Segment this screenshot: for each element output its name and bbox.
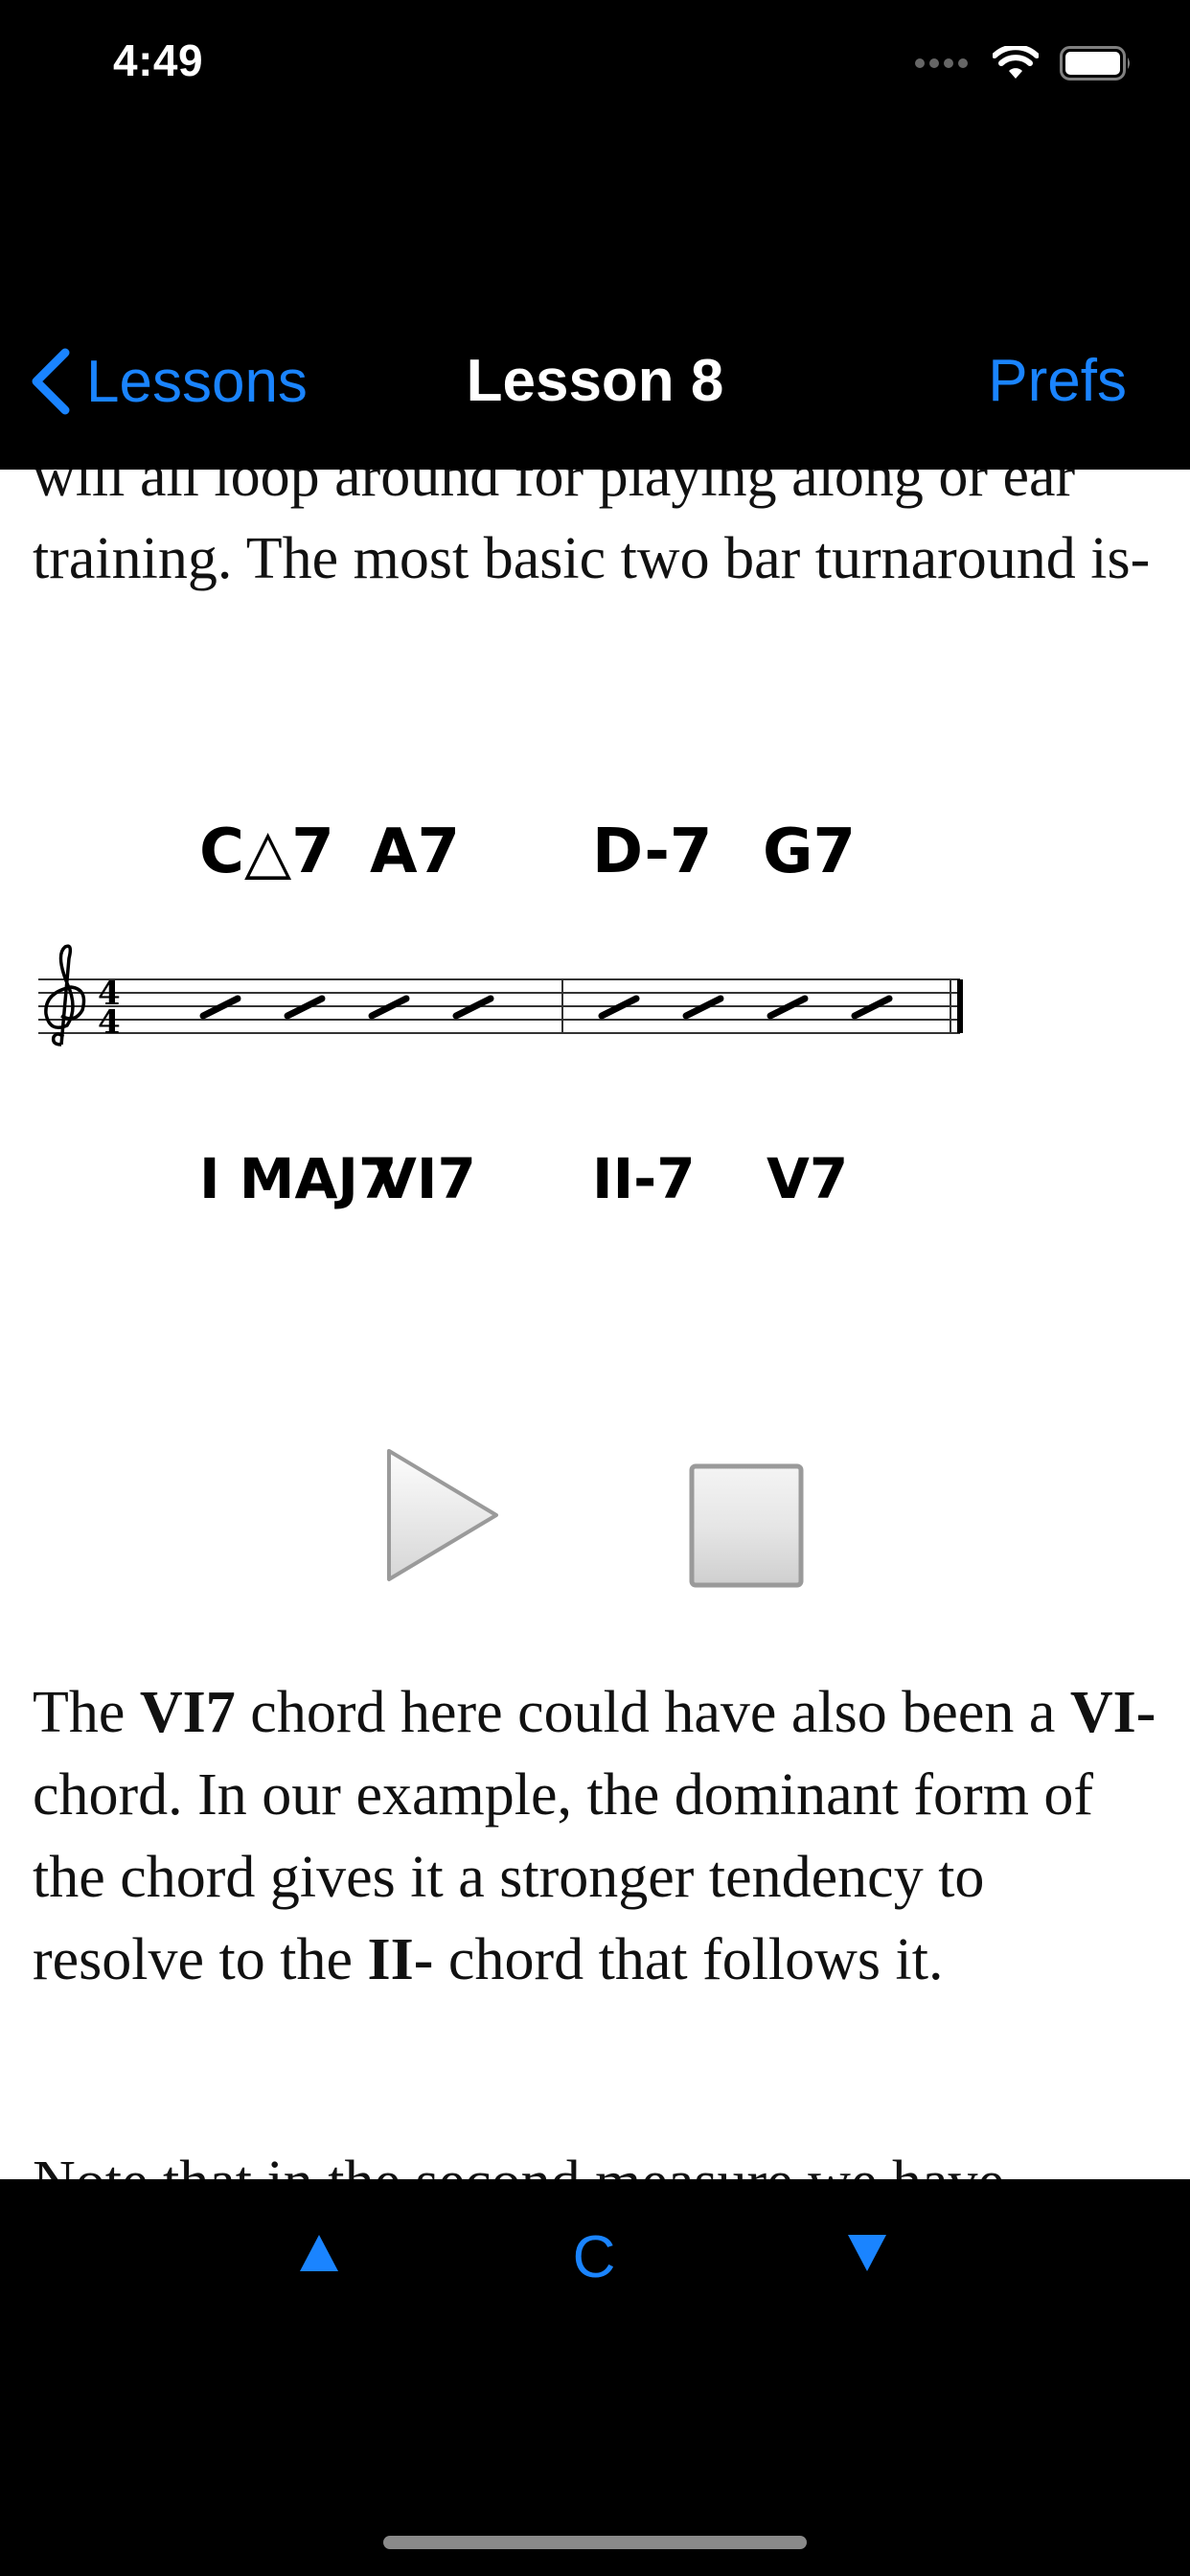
lesson-paragraph: The VI7 chord here could have also been … [33,1671,1163,2001]
time-signature-bottom: 4 [98,1003,121,1042]
chord-symbol: C△7 [199,816,334,887]
chord-term: VI- [1069,1680,1156,1745]
back-button-label: Lessons [86,348,308,415]
triangle-down-icon [848,2235,886,2271]
paragraph-text: chord here could have also been a [235,1680,1070,1745]
chord-symbol: D-7 [592,816,712,887]
battery-icon [1060,46,1130,80]
lesson-content[interactable]: will all loop around for playing along o… [0,470,1190,2179]
roman-numeral: II-7 [592,1146,696,1211]
status-time: 4:49 [113,35,204,85]
prefs-button[interactable]: Prefs [988,347,1127,415]
center-button[interactable]: C [565,2223,623,2291]
chord-symbol: G7 [763,816,856,887]
play-button[interactable] [379,1443,504,1587]
scroll-down-button[interactable] [845,2231,889,2280]
triangle-up-icon [300,2235,338,2271]
wifi-icon [993,46,1039,79]
lesson-paragraph: Note that in the second measure we have [33,2141,1163,2179]
roman-numeral: I MAJ7 [199,1146,397,1211]
paragraph-text: chord that follows it. [433,1927,944,1992]
navigation-bar [0,134,1190,470]
chord-symbol: A7 [370,816,460,887]
roman-numeral: V7 [767,1146,848,1211]
stop-icon [689,1463,804,1588]
roman-numeral: VI7 [374,1146,476,1211]
status-bar: 4:49 [0,0,1190,134]
staff-lines [38,978,960,1034]
scroll-up-button[interactable] [297,2231,341,2280]
chord-term: II- [367,1927,434,1992]
status-icons [914,42,1133,84]
back-button[interactable]: Lessons [29,347,308,416]
home-indicator[interactable] [383,2536,807,2549]
chord-chart-image: C△7 A7 D-7 G7 4 4 I MAJ7 VI7 II-7 V7 [38,816,963,1211]
lesson-paragraph: will all loop around for playing along o… [33,470,1151,591]
chord-term: VI7 [139,1680,236,1745]
stop-button[interactable] [688,1462,805,1589]
play-icon [387,1449,498,1581]
treble-clef-icon [44,944,86,1046]
paragraph-text: The [33,1680,140,1745]
chevron-left-icon [32,348,70,415]
cellular-signal-icon [915,58,968,68]
playback-controls [0,1443,1190,1606]
